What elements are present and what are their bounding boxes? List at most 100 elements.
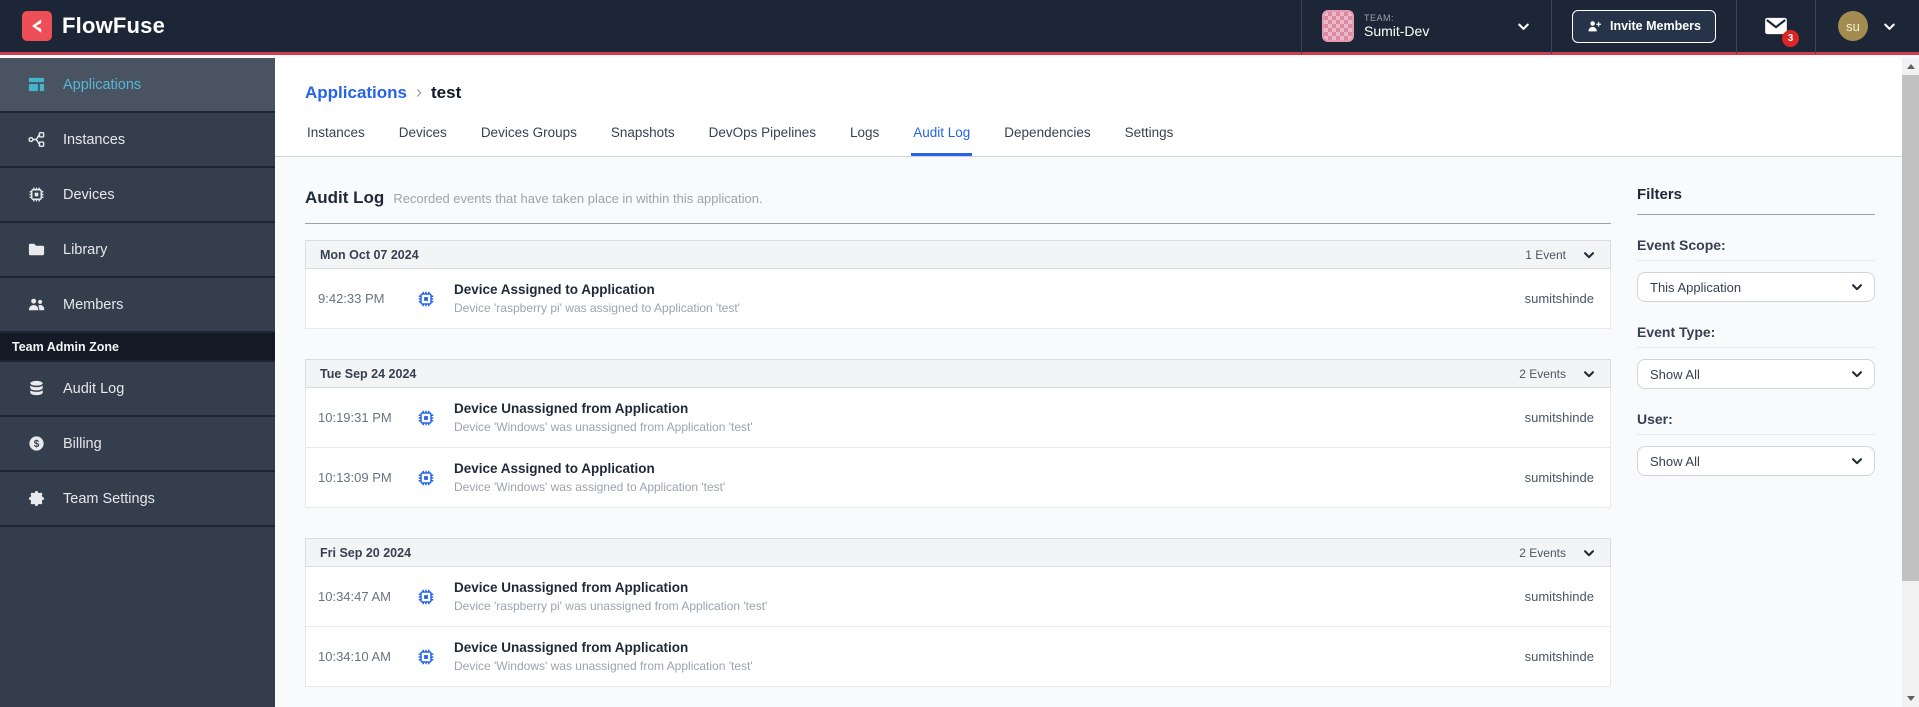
chevron-down-icon	[1850, 454, 1864, 468]
application-tabs: Instances Devices Devices Groups Snapshots D…	[305, 125, 1902, 156]
heading-divider	[305, 223, 1611, 224]
audit-event-group: Mon Oct 07 2024 1 Event 9:42:33 PM Devic…	[305, 240, 1611, 329]
breadcrumb-applications-link[interactable]: Applications	[305, 83, 407, 103]
group-header[interactable]: Fri Sep 20 2024 2 Events	[305, 538, 1611, 567]
group-event-count: 1 Event	[1525, 247, 1566, 262]
team-admin-zone-header: Team Admin Zone	[0, 333, 275, 360]
event-title: Device Assigned to Application	[454, 282, 655, 297]
event-title: Device Unassigned from Application	[454, 401, 689, 416]
tab-settings[interactable]: Settings	[1123, 125, 1176, 156]
filters-title: Filters	[1637, 186, 1683, 203]
team-label: TEAM:	[1363, 12, 1394, 23]
sidebar: Applications Instances Devices Library M…	[0, 58, 275, 707]
event-title: Device Assigned to Application	[454, 461, 655, 476]
chevron-down-icon	[1582, 367, 1596, 381]
applications-icon	[27, 75, 46, 94]
device-chip-icon	[416, 587, 436, 607]
filter-section: Event Scope: This Application	[1637, 237, 1875, 302]
sidebar-item-applications[interactable]: Applications	[0, 58, 275, 111]
user-avatar[interactable]: su	[1838, 11, 1868, 41]
sidebar-item-label: Audit Log	[63, 380, 125, 397]
audit-event-groups: Mon Oct 07 2024 1 Event 9:42:33 PM Devic…	[305, 240, 1611, 687]
group-event-count: 2 Events	[1519, 545, 1566, 560]
tab-instances[interactable]: Instances	[305, 125, 367, 156]
top-navbar: FlowFuse TEAM: Sumit-Dev Invite Members	[0, 0, 1919, 55]
sidebar-item-billing[interactable]: $ Billing	[0, 417, 275, 470]
event-scope-select[interactable]: This Application	[1637, 272, 1875, 302]
vertical-scrollbar	[1902, 58, 1919, 707]
page-title: Audit Log	[305, 188, 385, 207]
user-select[interactable]: Show All	[1637, 446, 1875, 476]
sidebar-nav: Applications Instances Devices Library M…	[0, 58, 275, 333]
device-chip-icon	[416, 289, 436, 309]
event-time: 10:34:47 AM	[318, 589, 391, 604]
sidebar-item-label: Instances	[63, 131, 126, 148]
filter-label: User:	[1637, 411, 1875, 435]
sidebar-item-team-settings[interactable]: Team Settings	[0, 472, 275, 525]
tab-devices[interactable]: Devices	[397, 125, 449, 156]
user-plus-icon	[1587, 19, 1602, 34]
sidebar-item-label: Library	[63, 241, 108, 258]
group-date: Fri Sep 20 2024	[320, 545, 412, 560]
invite-members-label: Invite Members	[1609, 19, 1701, 33]
triangle-down-icon	[1906, 696, 1915, 701]
tab-dependencies[interactable]: Dependencies	[1002, 125, 1092, 156]
sidebar-item-label: Applications	[63, 76, 142, 93]
group-header[interactable]: Mon Oct 07 2024 1 Event	[305, 240, 1611, 269]
sidebar-item-instances[interactable]: Instances	[0, 113, 275, 166]
sidebar-item-library[interactable]: Library	[0, 223, 275, 276]
audit-event-row: 9:42:33 PM Device Assigned to Applicatio…	[305, 269, 1611, 329]
event-title: Device Unassigned from Application	[454, 640, 689, 655]
sidebar-filler	[0, 527, 275, 707]
library-icon	[27, 240, 46, 259]
notifications-badge: 3	[1782, 30, 1799, 47]
brand-name: FlowFuse	[62, 13, 166, 38]
devices-icon	[27, 185, 46, 204]
tab-devops-pipelines[interactable]: DevOps Pipelines	[707, 125, 818, 156]
scroll-up-button[interactable]	[1902, 58, 1919, 75]
brand: FlowFuse	[0, 11, 165, 41]
event-time: 10:13:09 PM	[318, 470, 392, 485]
event-user: sumitshinde	[1524, 470, 1594, 485]
invite-members-button[interactable]: Invite Members	[1571, 9, 1716, 43]
event-user: sumitshinde	[1524, 410, 1594, 425]
page-topbar: Applications › test Instances Devices Devi…	[275, 58, 1902, 157]
notifications-button[interactable]: 3	[1763, 13, 1799, 47]
audit-log-icon	[27, 379, 46, 398]
event-user: sumitshinde	[1524, 589, 1594, 604]
tab-devices-groups[interactable]: Devices Groups	[479, 125, 579, 156]
sidebar-item-members[interactable]: Members	[0, 278, 275, 331]
filters-sections: Event Scope: This Application Event Type…	[1637, 237, 1875, 476]
team-selector[interactable]: TEAM: Sumit-Dev	[1300, 0, 1551, 54]
event-time: 9:42:33 PM	[318, 291, 385, 306]
filter-section: Event Type: Show All	[1637, 324, 1875, 389]
tab-logs[interactable]: Logs	[848, 125, 881, 156]
event-detail: Device 'raspberry pi' was unassigned fro…	[454, 599, 768, 613]
tab-snapshots[interactable]: Snapshots	[609, 125, 677, 156]
scroll-down-button[interactable]	[1902, 690, 1919, 707]
event-type-select[interactable]: Show All	[1637, 359, 1875, 389]
page-subtitle: Recorded events that have taken place in…	[393, 191, 763, 206]
chevron-down-icon	[1850, 367, 1864, 381]
group-header[interactable]: Tue Sep 24 2024 2 Events	[305, 359, 1611, 388]
sidebar-item-label: Team Settings	[63, 490, 155, 507]
event-time: 10:34:10 AM	[318, 649, 391, 664]
members-icon	[27, 295, 46, 314]
sidebar-item-audit-log[interactable]: Audit Log	[0, 362, 275, 415]
chevron-down-icon	[1582, 248, 1596, 262]
select-value: Show All	[1650, 366, 1700, 382]
sidebar-item-devices[interactable]: Devices	[0, 168, 275, 221]
sidebar-item-label: Billing	[63, 435, 102, 452]
tab-audit-log[interactable]: Audit Log	[911, 125, 973, 156]
group-date: Mon Oct 07 2024	[320, 247, 419, 262]
chevron-down-icon	[1850, 280, 1864, 294]
chevron-down-icon[interactable]	[1882, 19, 1897, 34]
audit-log-section: Audit Log Recorded events that have take…	[305, 157, 1611, 687]
filter-section: User: Show All	[1637, 411, 1875, 476]
filters-divider	[1637, 214, 1875, 215]
event-user: sumitshinde	[1524, 649, 1594, 664]
scrollbar-thumb[interactable]	[1902, 75, 1919, 582]
select-value: Show All	[1650, 453, 1700, 469]
event-title: Device Unassigned from Application	[454, 580, 689, 595]
settings-icon	[27, 489, 46, 508]
